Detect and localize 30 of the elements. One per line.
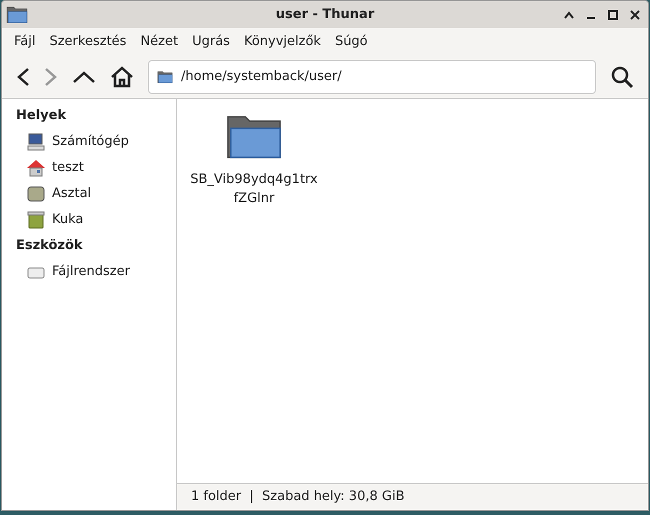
section-heading: Eszközök bbox=[15, 237, 84, 256]
status-text: 1 folder | Szabad hely: 30,8 GiB bbox=[191, 488, 404, 506]
sidebar-item[interactable]: Fájlrendszer bbox=[2, 259, 176, 285]
section-heading: Helyek bbox=[15, 107, 68, 126]
menu-item[interactable]: Ugrás bbox=[185, 32, 237, 52]
folder-icon bbox=[157, 70, 173, 84]
window-title: user - Thunar bbox=[276, 6, 374, 24]
sidebar-item[interactable]: Asztal bbox=[2, 181, 176, 207]
computer-icon bbox=[26, 132, 46, 152]
sidebar-item[interactable]: Kuka bbox=[2, 207, 176, 233]
trash-icon bbox=[26, 210, 46, 230]
close-icon[interactable] bbox=[630, 10, 640, 20]
menu-item[interactable]: Fájl bbox=[7, 32, 42, 52]
desktop-icon bbox=[26, 184, 46, 204]
maximize-icon[interactable] bbox=[608, 10, 618, 20]
up-icon[interactable] bbox=[72, 70, 96, 84]
sidebar-item[interactable]: Számítógép bbox=[2, 129, 176, 155]
folder-item[interactable]: SB_Vib98ydq4g1trx fZGlnr bbox=[189, 111, 319, 208]
sidebar-item[interactable]: teszt bbox=[2, 155, 176, 181]
folder-icon bbox=[6, 5, 28, 24]
search-icon[interactable] bbox=[610, 65, 634, 89]
back-icon[interactable] bbox=[16, 67, 30, 87]
menu-item[interactable]: Súgó bbox=[328, 32, 375, 52]
menu-item[interactable]: Szerkesztés bbox=[42, 32, 134, 52]
location-field[interactable]: /home/systemback/user/ bbox=[148, 60, 596, 94]
home-icon[interactable] bbox=[110, 65, 134, 89]
menu-item[interactable]: Nézet bbox=[133, 32, 186, 52]
shade-icon[interactable] bbox=[564, 10, 574, 18]
home-icon bbox=[26, 158, 46, 178]
menu-item[interactable]: Könyvjelzők bbox=[236, 32, 328, 52]
